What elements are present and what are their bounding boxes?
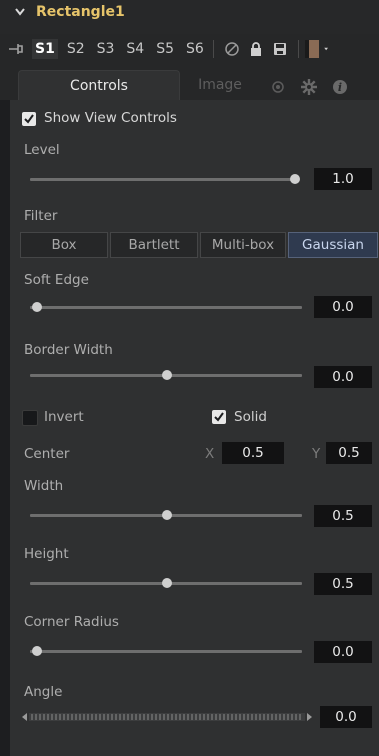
soft-edge-label: Soft Edge <box>24 272 89 288</box>
invert-label: Invert <box>44 409 84 425</box>
corner-radius-label: Corner Radius <box>24 614 119 630</box>
level-slider-handle[interactable] <box>290 174 300 184</box>
version-s4[interactable]: S4 <box>123 39 147 59</box>
save-icon[interactable] <box>272 41 288 57</box>
corner-radius-value[interactable]: 0.0 <box>314 641 372 663</box>
center-x-label: X <box>205 446 215 462</box>
lock-icon[interactable] <box>248 41 264 57</box>
version-toolbar: S1 S2 S3 S4 S5 S6 <box>0 34 379 64</box>
corner-radius-slider-handle[interactable] <box>32 646 42 656</box>
height-slider-handle[interactable] <box>162 578 172 588</box>
height-value[interactable]: 0.5 <box>314 573 372 595</box>
version-s3[interactable]: S3 <box>94 39 118 59</box>
corner-radius-slider[interactable] <box>30 650 302 653</box>
angle-thumbwheel[interactable] <box>22 712 312 722</box>
divider <box>212 40 214 58</box>
soft-edge-slider[interactable] <box>30 306 302 309</box>
filter-multibox-button[interactable]: Multi-box <box>200 232 286 258</box>
tab-controls[interactable]: Controls <box>18 70 180 101</box>
show-view-controls-label: Show View Controls <box>44 110 177 126</box>
level-slider[interactable] <box>30 178 292 181</box>
level-label: Level <box>24 142 60 158</box>
version-s5[interactable]: S5 <box>153 39 177 59</box>
solid-checkbox[interactable] <box>212 410 226 424</box>
center-y-value[interactable]: 0.5 <box>326 442 372 464</box>
angle-value[interactable]: 0.0 <box>320 706 372 728</box>
gear-icon[interactable] <box>300 78 318 96</box>
caret-down-icon[interactable] <box>323 41 333 57</box>
info-icon[interactable]: i <box>332 79 348 95</box>
tab-bar: Controls Image i <box>0 64 379 101</box>
checkmark-icon <box>24 114 34 124</box>
svg-text:i: i <box>338 81 342 94</box>
checkmark-icon <box>214 412 224 422</box>
version-s6[interactable]: S6 <box>183 39 207 59</box>
soft-edge-value[interactable]: 0.0 <box>314 296 372 318</box>
filter-label: Filter <box>24 208 58 224</box>
width-slider-handle[interactable] <box>162 510 172 520</box>
center-y-label: Y <box>312 446 321 462</box>
show-view-controls-checkbox[interactable] <box>22 112 36 126</box>
border-width-slider-handle[interactable] <box>162 370 172 380</box>
angle-label: Angle <box>24 684 63 700</box>
modifier-icon[interactable] <box>270 79 286 95</box>
border-width-label: Border Width <box>24 342 113 358</box>
soft-edge-slider-handle[interactable] <box>32 302 42 312</box>
bypass-icon[interactable] <box>224 41 240 57</box>
divider <box>297 40 299 58</box>
color-swatch[interactable] <box>304 40 319 58</box>
filter-gaussian-button[interactable]: Gaussian <box>288 232 378 258</box>
height-label: Height <box>24 546 69 562</box>
filter-box-button[interactable]: Box <box>20 232 108 258</box>
center-x-value[interactable]: 0.5 <box>222 442 284 464</box>
level-value[interactable]: 1.0 <box>314 168 372 190</box>
width-value[interactable]: 0.5 <box>314 505 372 527</box>
tool-title: Rectangle1 <box>36 4 125 20</box>
version-s2[interactable]: S2 <box>64 39 88 59</box>
tab-image[interactable]: Image <box>180 70 260 100</box>
width-label: Width <box>24 478 64 494</box>
version-s1[interactable]: S1 <box>32 39 58 59</box>
pin-icon[interactable] <box>8 41 26 57</box>
filter-bartlett-button[interactable]: Bartlett <box>110 232 198 258</box>
tool-title-bar[interactable]: Rectangle1 <box>14 4 125 20</box>
chevron-down-icon[interactable] <box>14 6 26 18</box>
invert-checkbox[interactable] <box>22 410 38 426</box>
solid-label: Solid <box>234 409 267 425</box>
center-label: Center <box>24 446 70 462</box>
border-width-value[interactable]: 0.0 <box>314 366 372 388</box>
